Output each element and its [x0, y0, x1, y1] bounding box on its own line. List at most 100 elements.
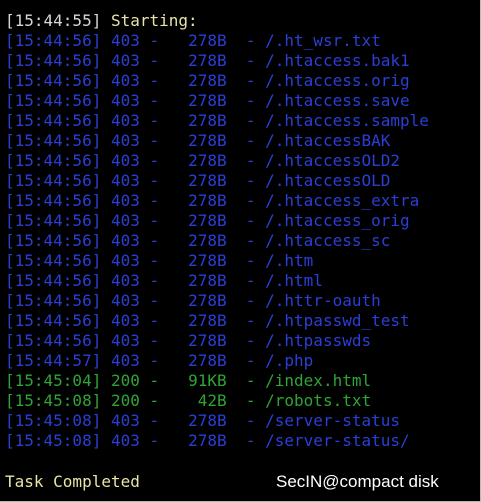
result-status: 403	[110, 151, 140, 170]
result-separator: -	[245, 431, 256, 450]
result-time: [15:44:56]	[5, 271, 102, 290]
result-status: 403	[110, 251, 140, 270]
result-path: /server-status	[265, 411, 400, 430]
result-size: 278B	[188, 51, 227, 70]
result-row: [15:44:56] 403 - 278B - /.htaccessBAK	[5, 131, 429, 151]
result-time: [15:44:56]	[5, 211, 102, 230]
result-size: 278B	[188, 91, 227, 110]
result-size: 42B	[197, 391, 227, 410]
result-separator: -	[149, 271, 160, 290]
result-path: /.htaccess.orig	[265, 71, 410, 90]
header-line: [15:44:55] Starting:	[5, 11, 429, 31]
result-size: 278B	[188, 71, 227, 90]
result-status: 403	[110, 31, 140, 50]
result-separator: -	[149, 91, 160, 110]
result-size: 278B	[188, 331, 227, 350]
result-row: [15:45:08] 200 - 42B - /robots.txt	[5, 391, 429, 411]
result-separator: -	[149, 111, 160, 130]
result-row: [15:44:56] 403 - 278B - /.htm	[5, 251, 429, 271]
result-separator: -	[149, 231, 160, 250]
result-status: 403	[110, 271, 140, 290]
result-row: [15:44:56] 403 - 278B - /.htaccess.orig	[5, 71, 429, 91]
result-row: [15:45:04] 200 - 91KB - /index.html	[5, 371, 429, 391]
result-path: /.httr-oauth	[265, 291, 381, 310]
terminal-window[interactable]: [15:44:55] Starting: [15:44:56] 403 - 27…	[0, 0, 481, 502]
scan-output: [15:44:55] Starting: [15:44:56] 403 - 27…	[5, 11, 429, 451]
result-status: 200	[110, 391, 140, 410]
result-status: 403	[110, 71, 140, 90]
result-time: [15:44:56]	[5, 331, 102, 350]
result-separator: -	[149, 311, 160, 330]
result-row: [15:44:56] 403 - 278B - /.htpasswd_test	[5, 311, 429, 331]
result-separator: -	[149, 191, 160, 210]
result-path: /.htm	[265, 251, 314, 270]
result-size: 278B	[188, 351, 227, 370]
result-row: [15:44:56] 403 - 278B - /.htaccessOLD	[5, 171, 429, 191]
result-status: 200	[110, 371, 140, 390]
result-row: [15:44:56] 403 - 278B - /.htaccess.sampl…	[5, 111, 429, 131]
result-status: 403	[110, 291, 140, 310]
result-time: [15:44:56]	[5, 91, 102, 110]
result-path: /robots.txt	[265, 391, 372, 410]
result-row: [15:44:56] 403 - 278B - /.htaccess_orig	[5, 211, 429, 231]
result-separator: -	[149, 71, 160, 90]
result-size: 278B	[188, 271, 227, 290]
result-row: [15:45:08] 403 - 278B - /server-status/	[5, 431, 429, 451]
result-size: 278B	[188, 291, 227, 310]
result-path: /.htaccess.save	[265, 91, 410, 110]
result-separator: -	[149, 371, 160, 390]
result-path: /server-status/	[265, 431, 410, 450]
result-separator: -	[245, 51, 256, 70]
result-separator: -	[245, 391, 256, 410]
result-separator: -	[245, 271, 256, 290]
result-time: [15:44:56]	[5, 51, 102, 70]
result-row: [15:44:56] 403 - 278B - /.ht_wsr.txt	[5, 31, 429, 51]
result-separator: -	[245, 91, 256, 110]
result-separator: -	[245, 31, 256, 50]
result-status: 403	[110, 431, 140, 450]
result-row: [15:44:56] 403 - 278B - /.htpasswds	[5, 331, 429, 351]
result-separator: -	[245, 291, 256, 310]
result-time: [15:45:04]	[5, 371, 102, 390]
result-size: 278B	[188, 171, 227, 190]
result-row: [15:44:57] 403 - 278B - /.php	[5, 351, 429, 371]
result-path: /.ht_wsr.txt	[265, 31, 381, 50]
result-separator: -	[245, 191, 256, 210]
result-separator: -	[245, 331, 256, 350]
result-time: [15:45:08]	[5, 431, 102, 450]
result-time: [15:44:56]	[5, 111, 102, 130]
result-time: [15:44:56]	[5, 251, 102, 270]
result-time: [15:44:56]	[5, 171, 102, 190]
result-separator: -	[245, 411, 256, 430]
result-path: /.htaccessBAK	[265, 131, 391, 150]
watermark: SecIN@compact disk	[276, 472, 439, 491]
result-size: 278B	[188, 231, 227, 250]
result-status: 403	[110, 231, 140, 250]
result-time: [15:44:57]	[5, 351, 102, 370]
result-row: [15:45:08] 403 - 278B - /server-status	[5, 411, 429, 431]
result-separator: -	[149, 251, 160, 270]
result-row: [15:44:56] 403 - 278B - /.htaccess.bak1	[5, 51, 429, 71]
result-status: 403	[110, 191, 140, 210]
result-status: 403	[110, 351, 140, 370]
result-row: [15:44:56] 403 - 278B - /.httr-oauth	[5, 291, 429, 311]
result-status: 403	[110, 211, 140, 230]
header-message: Starting:	[110, 11, 198, 30]
result-separator: -	[149, 211, 160, 230]
result-path: /.htaccess_sc	[265, 231, 391, 250]
result-separator: -	[245, 211, 256, 230]
result-separator: -	[149, 351, 160, 370]
result-path: /.htpasswd_test	[265, 311, 410, 330]
result-status: 403	[110, 171, 140, 190]
result-row: [15:44:56] 403 - 278B - /.htaccess.save	[5, 91, 429, 111]
result-status: 403	[110, 331, 140, 350]
result-separator: -	[149, 51, 160, 70]
result-separator: -	[245, 171, 256, 190]
result-status: 403	[110, 131, 140, 150]
result-time: [15:45:08]	[5, 411, 102, 430]
result-time: [15:44:56]	[5, 291, 102, 310]
result-separator: -	[245, 131, 256, 150]
result-separator: -	[149, 131, 160, 150]
result-separator: -	[245, 311, 256, 330]
result-status: 403	[110, 91, 140, 110]
